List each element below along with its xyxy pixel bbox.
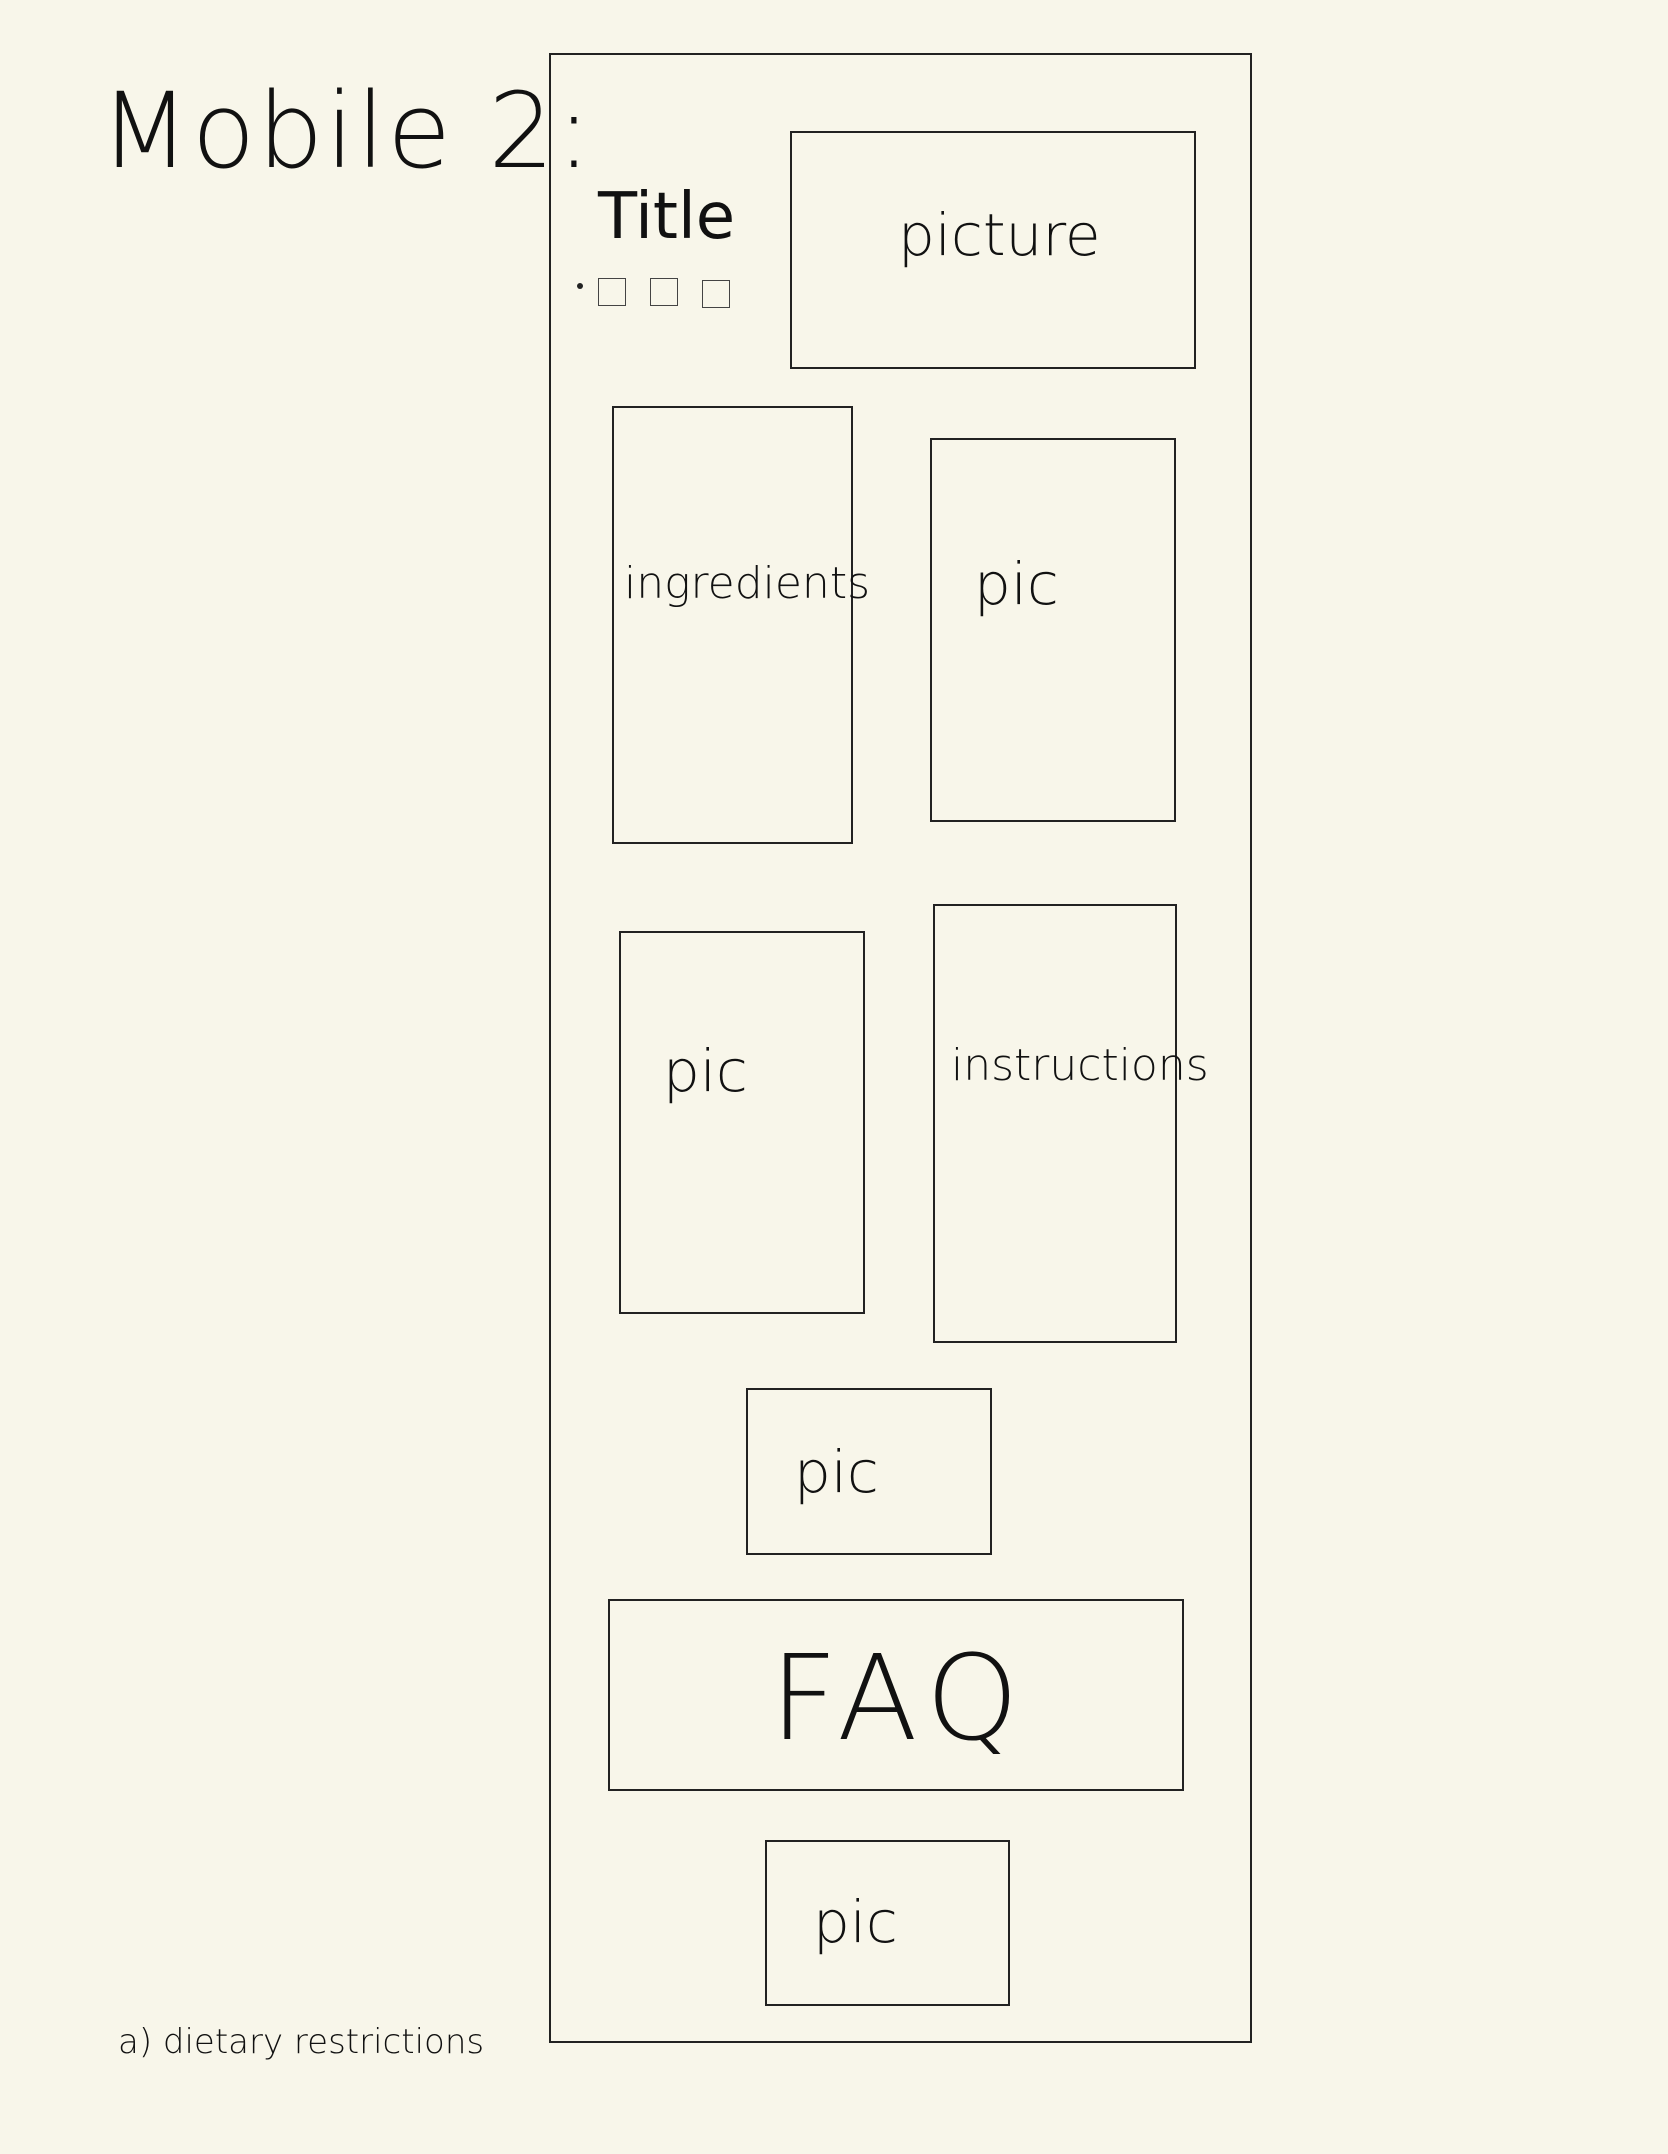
ingredients-box: ingredients bbox=[612, 406, 870, 844]
dietary-restrictions-footnote: a) dietary restrictions bbox=[118, 2022, 485, 2062]
dietary-checkbox-1[interactable] bbox=[598, 278, 626, 306]
pic-box-3: pic bbox=[746, 1388, 992, 1555]
dietary-checkbox-2[interactable] bbox=[650, 278, 678, 306]
title-label: Title bbox=[598, 180, 736, 254]
pic-label-4: pic bbox=[813, 1888, 898, 1956]
pic-box-1: pic bbox=[930, 438, 1176, 822]
instructions-label: instructions bbox=[951, 1040, 1209, 1091]
hero-picture-box: picture bbox=[790, 131, 1196, 369]
pic-label-1: pic bbox=[974, 550, 1059, 618]
pic-box-4: pic bbox=[765, 1840, 1010, 2006]
instructions-box: instructions bbox=[933, 904, 1209, 1343]
pic-label-2: pic bbox=[663, 1037, 748, 1105]
ingredients-label: ingredients bbox=[624, 558, 870, 609]
hero-picture-label: picture bbox=[898, 201, 1101, 269]
faq-box: FAQ bbox=[608, 1599, 1184, 1791]
footnote-marker bbox=[577, 283, 583, 289]
pic-box-2: pic bbox=[619, 931, 865, 1314]
faq-label: FAQ bbox=[770, 1629, 1029, 1767]
dietary-checkbox-3[interactable] bbox=[702, 280, 730, 308]
pic-label-3: pic bbox=[794, 1438, 879, 1506]
page-heading: Mobile 2: bbox=[100, 70, 594, 192]
